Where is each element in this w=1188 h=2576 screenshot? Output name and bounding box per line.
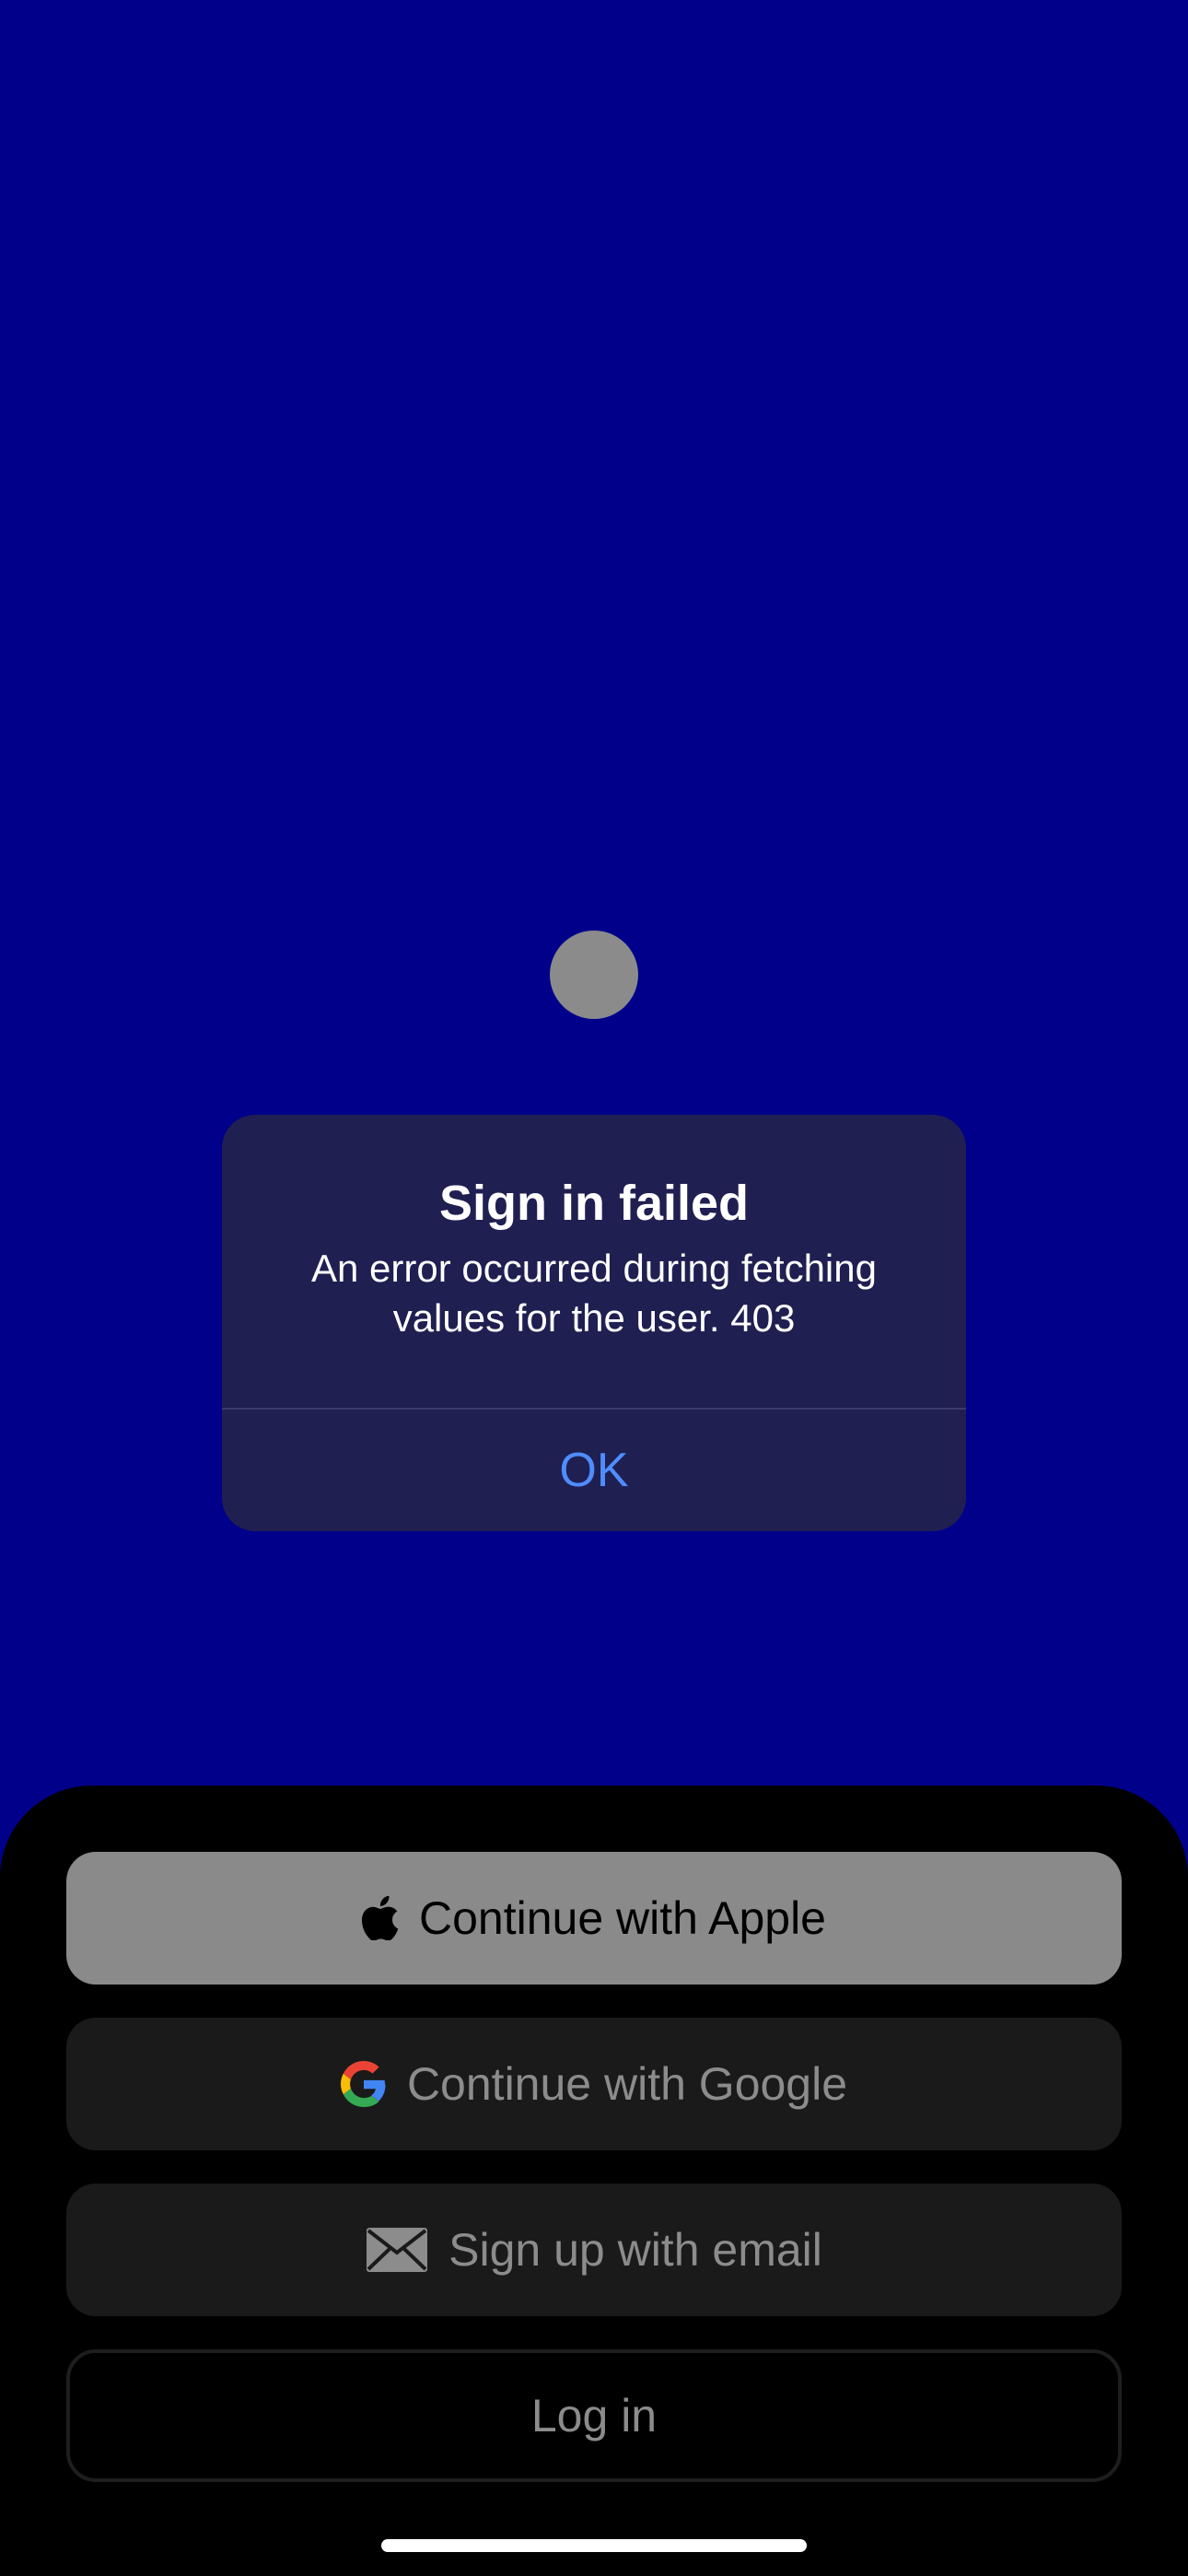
sign-in-failed-alert: Sign in failed An error occurred during … xyxy=(222,1115,966,1531)
alert-title: Sign in failed xyxy=(438,1176,750,1231)
google-icon xyxy=(340,2061,387,2107)
sign-up-with-email-label: Sign up with email xyxy=(448,2224,822,2276)
continue-with-google-button[interactable]: Continue with Google xyxy=(66,2018,1122,2150)
app-screen: Sign in failed An error occurred during … xyxy=(0,0,1188,2576)
log-in-button[interactable]: Log in xyxy=(66,2349,1122,2482)
continue-with-apple-label: Continue with Apple xyxy=(419,1892,826,1944)
auth-sheet: Continue with Apple Continue with Google xyxy=(0,1786,1188,2576)
continue-with-apple-button[interactable]: Continue with Apple xyxy=(66,1852,1122,1985)
sign-up-with-email-button[interactable]: Sign up with email xyxy=(66,2184,1122,2316)
alert-ok-button[interactable]: OK xyxy=(222,1410,966,1531)
home-indicator[interactable] xyxy=(381,2539,807,2552)
loading-indicator xyxy=(550,931,638,1019)
log-in-label: Log in xyxy=(530,2390,658,2441)
alert-message: An error occurred during fetching values… xyxy=(311,1247,877,1340)
envelope-icon xyxy=(366,2227,428,2273)
apple-icon xyxy=(362,1896,399,1940)
continue-with-google-label: Continue with Google xyxy=(406,2058,848,2110)
